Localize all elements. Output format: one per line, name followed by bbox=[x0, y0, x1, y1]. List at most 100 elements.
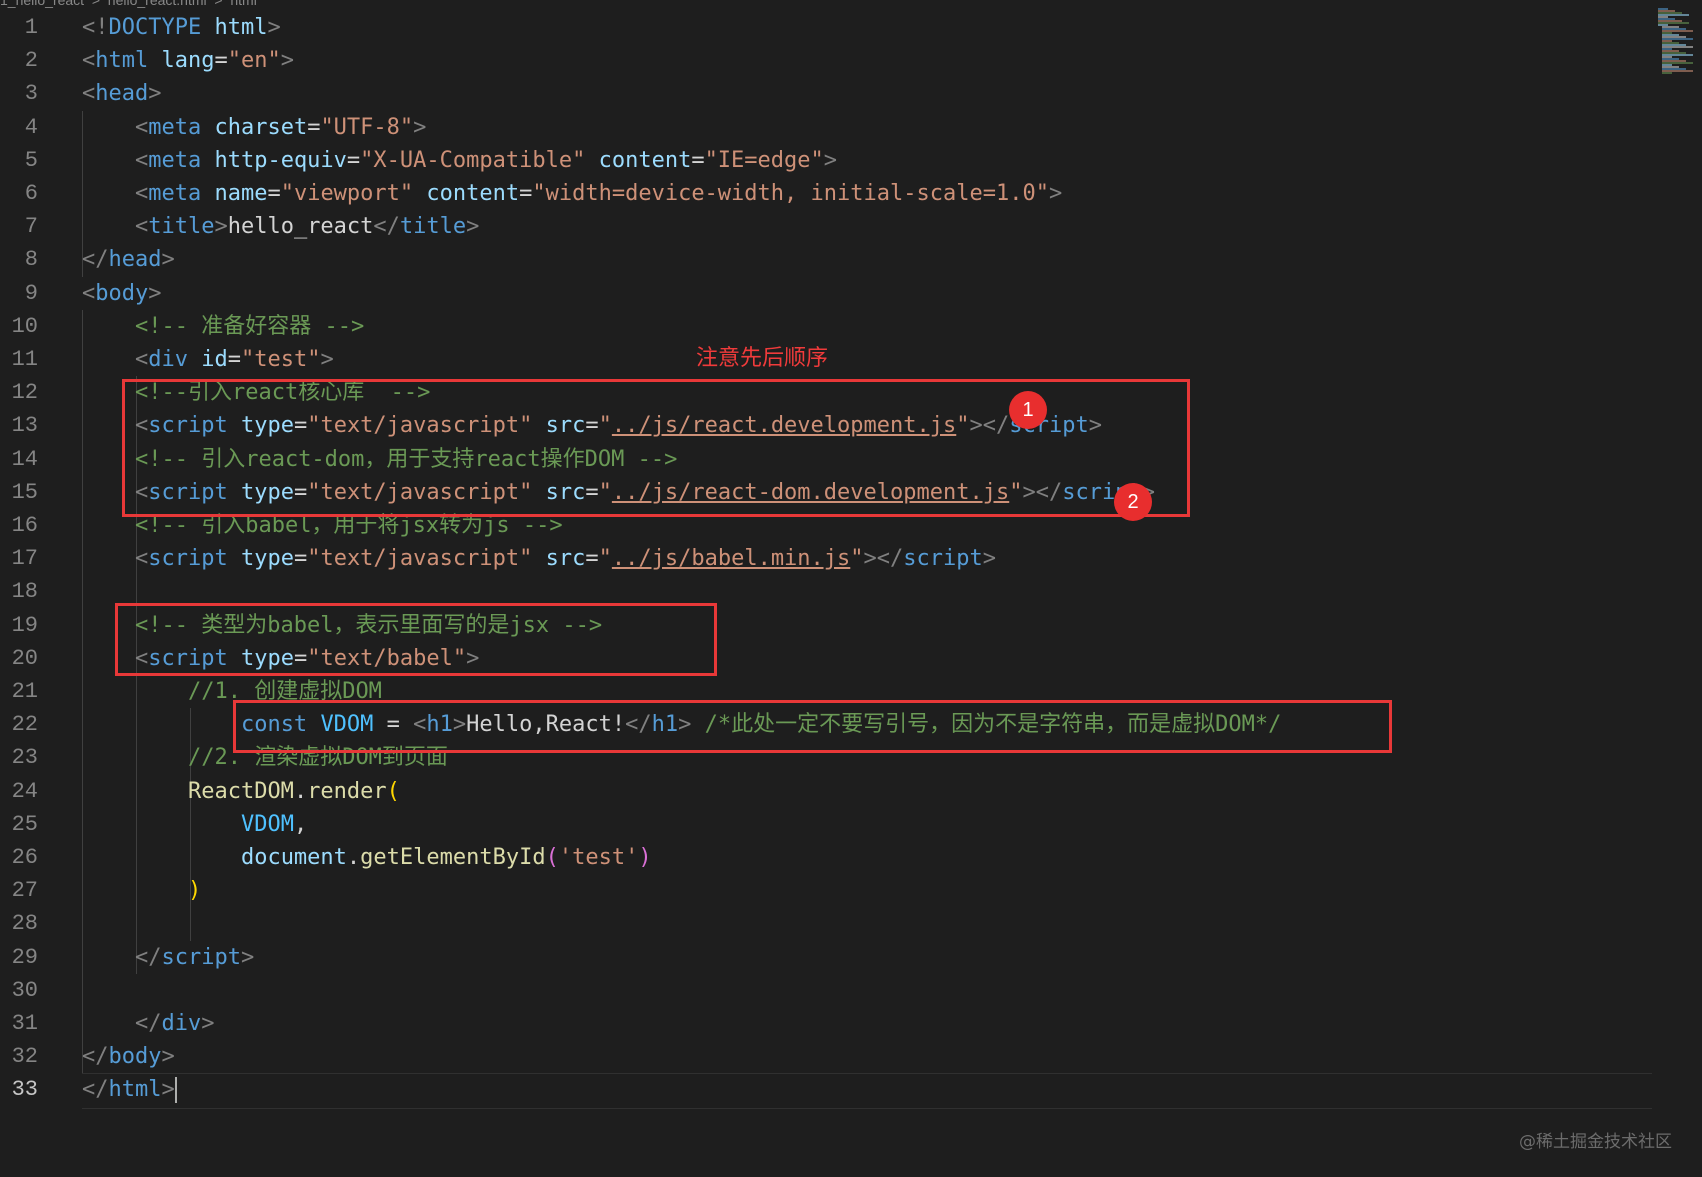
code-token: meta bbox=[148, 181, 202, 206]
line-number: 27 bbox=[11, 878, 38, 904]
code-token: > bbox=[240, 944, 255, 970]
line-code: <!DOCTYPE html> bbox=[82, 11, 281, 44]
code-line[interactable]: 2 <html lang="en"> bbox=[0, 44, 1660, 77]
code-token: = bbox=[519, 181, 533, 206]
minimap[interactable] bbox=[1658, 8, 1702, 78]
code-token: > bbox=[320, 347, 334, 372]
line-code: <!-- 准备好容器 --> bbox=[82, 310, 364, 343]
code-line[interactable]: 9 <body> bbox=[0, 277, 1660, 310]
code-token: < bbox=[82, 48, 96, 74]
code-line[interactable]: 32 </body> bbox=[0, 1040, 1660, 1073]
line-number: 7 bbox=[24, 214, 38, 240]
line-number: 10 bbox=[11, 313, 38, 339]
code-token: </ bbox=[134, 1011, 162, 1036]
line-number: 16 bbox=[11, 513, 38, 538]
badge-2: 2 bbox=[1114, 483, 1152, 521]
code-line[interactable]: 24 ReactDOM.render( bbox=[0, 775, 1660, 808]
code-token: document bbox=[240, 845, 347, 870]
code-line[interactable]: 5 <meta http-equiv="X-UA-Compatible" con… bbox=[0, 144, 1660, 177]
line-number: 19 bbox=[11, 612, 38, 638]
code-line[interactable]: 28 bbox=[0, 907, 1660, 940]
code-token: ../js/babel.min.js bbox=[611, 546, 851, 572]
line-number: 22 bbox=[11, 712, 38, 738]
code-token: <! bbox=[82, 15, 109, 40]
highlight-box-babel-script bbox=[115, 603, 717, 676]
line-number: 11 bbox=[11, 347, 38, 372]
code-token: title bbox=[399, 214, 467, 240]
line-number: 24 bbox=[11, 778, 38, 804]
line-number: 14 bbox=[11, 446, 38, 472]
code-token: </ bbox=[82, 1077, 109, 1103]
line-code: </body> bbox=[82, 1040, 175, 1073]
code-token: < bbox=[134, 147, 149, 173]
code-token: . bbox=[293, 778, 308, 804]
line-code: <head> bbox=[82, 77, 161, 110]
line-number: 20 bbox=[11, 645, 38, 671]
code-token: "width=device-width, initial-scale=1.0" bbox=[532, 181, 1049, 206]
line-code: <meta http-equiv="X-UA-Compatible" conte… bbox=[82, 144, 837, 177]
code-token: body bbox=[95, 280, 149, 306]
code-token: </ bbox=[134, 944, 162, 970]
code-token: "X-UA-Compatible" bbox=[360, 147, 586, 173]
code-token: ></ bbox=[863, 546, 904, 572]
code-line[interactable]: 33 </html> bbox=[0, 1073, 1660, 1106]
code-line[interactable]: 4 <meta charset="UTF-8"> bbox=[0, 111, 1660, 144]
code-token: "en" bbox=[227, 48, 281, 74]
code-token: html bbox=[95, 48, 149, 74]
code-line[interactable]: 30 bbox=[0, 974, 1660, 1007]
code-line[interactable]: 7 <title>hello_react</title> bbox=[0, 210, 1660, 243]
code-token: ReactDOM bbox=[187, 778, 294, 804]
line-code: ) bbox=[82, 874, 201, 907]
code-token: src bbox=[545, 546, 586, 572]
code-line[interactable]: 10 <!-- 准备好容器 --> bbox=[0, 310, 1660, 343]
code-token: head bbox=[108, 247, 162, 273]
code-token: "test" bbox=[240, 347, 321, 372]
code-token: html bbox=[214, 15, 268, 40]
code-token: = bbox=[214, 48, 228, 74]
code-line[interactable]: 29 </script> bbox=[0, 941, 1660, 974]
code-token: = bbox=[307, 114, 321, 140]
line-number: 2 bbox=[24, 48, 38, 74]
code-line[interactable]: 8 </head> bbox=[0, 243, 1660, 276]
code-editor[interactable]: 1_hello_react > hello_react.html > html … bbox=[0, 0, 1702, 1177]
code-line[interactable]: 26 document.getElementById('test') bbox=[0, 841, 1660, 874]
code-token: < bbox=[82, 280, 96, 306]
line-number: 4 bbox=[24, 114, 38, 140]
code-line[interactable]: 17 <script type="text/javascript" src=".… bbox=[0, 542, 1660, 575]
line-number: 12 bbox=[11, 380, 38, 406]
code-line[interactable]: 25 VDOM, bbox=[0, 808, 1660, 841]
code-token: < bbox=[134, 114, 149, 140]
code-line[interactable]: 1 <!DOCTYPE html> bbox=[0, 11, 1660, 44]
code-token: > bbox=[280, 48, 294, 74]
code-token: head bbox=[95, 81, 149, 107]
code-token: "IE=edge" bbox=[704, 147, 824, 173]
text-cursor bbox=[174, 1077, 177, 1103]
breadcrumb[interactable]: 1_hello_react > hello_react.html > html bbox=[0, 0, 257, 8]
code-token: < bbox=[82, 81, 96, 107]
code-token: getElementById bbox=[360, 845, 546, 870]
code-line[interactable]: 3 <head> bbox=[0, 77, 1660, 110]
code-line[interactable]: 6 <meta name="viewport" content="width=d… bbox=[0, 177, 1660, 210]
code-token: , bbox=[293, 811, 308, 837]
line-number: 30 bbox=[11, 977, 38, 1003]
code-line[interactable]: 27 ) bbox=[0, 874, 1660, 907]
code-token: > bbox=[201, 1011, 215, 1036]
code-token: name bbox=[214, 181, 268, 206]
code-token: render bbox=[307, 778, 387, 804]
code-line[interactable]: 31 </div> bbox=[0, 1007, 1660, 1040]
minimap-line bbox=[1662, 72, 1672, 74]
code-line[interactable]: 11 <div id="test"> bbox=[0, 343, 1660, 376]
code-token: meta bbox=[148, 147, 202, 173]
